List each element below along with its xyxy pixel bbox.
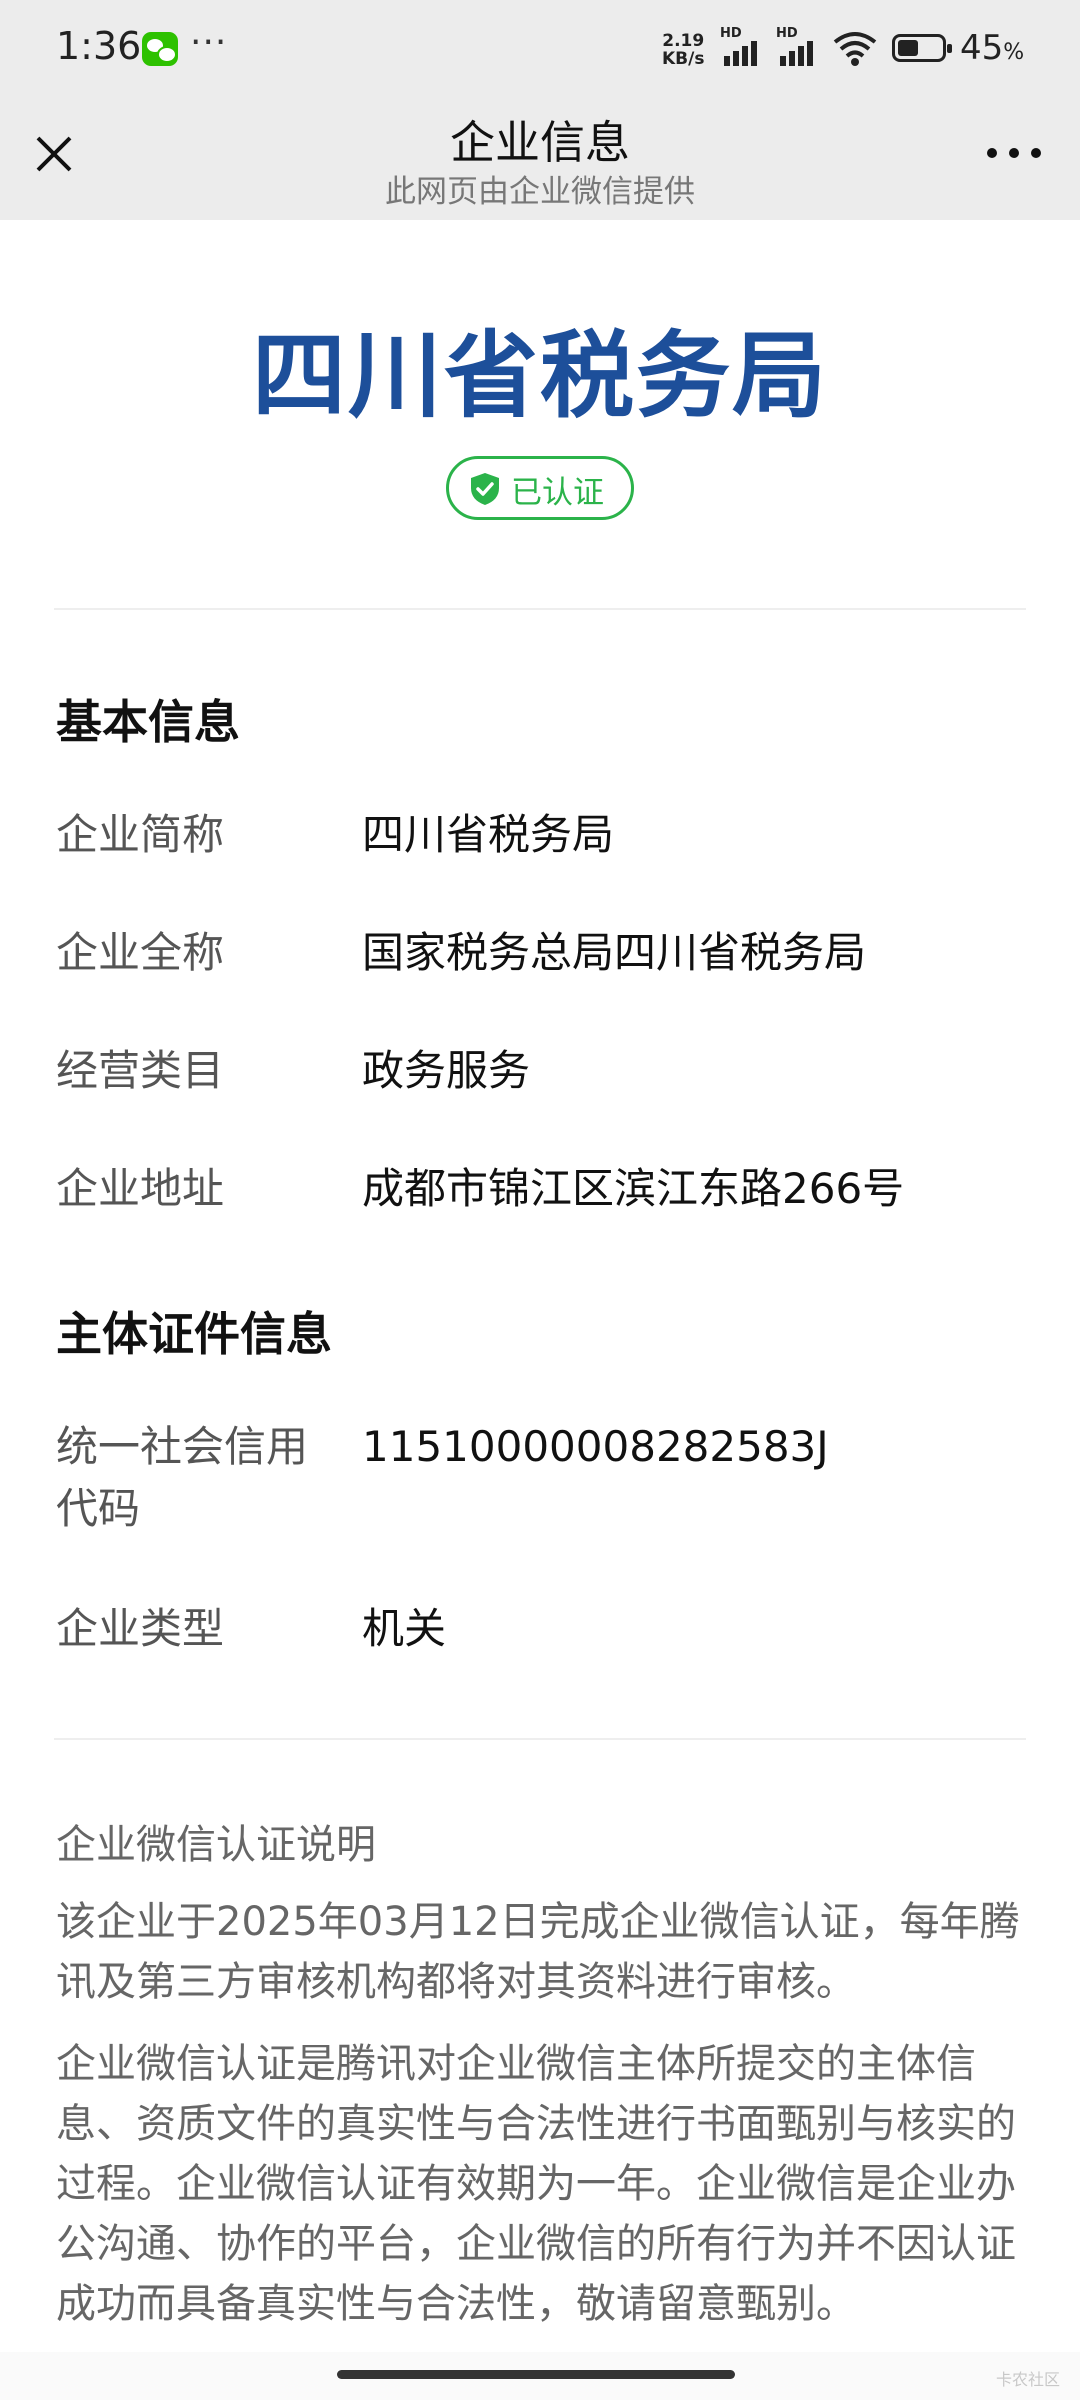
- verified-badge: 已认证: [446, 456, 634, 520]
- battery-percent: 45%: [960, 28, 1025, 68]
- home-indicator[interactable]: [337, 2370, 735, 2379]
- divider: [54, 1738, 1026, 1740]
- battery-icon: [892, 34, 952, 62]
- business-category-label: 经营类目: [56, 1046, 225, 1095]
- shield-check-icon: [471, 473, 499, 505]
- more-options-icon[interactable]: [984, 138, 1044, 168]
- full-name-value: 国家税务总局四川省税务局: [362, 928, 867, 977]
- full-name-label: 企业全称: [56, 928, 225, 977]
- signal-sim1-icon: HD: [720, 26, 764, 66]
- wechat-notification-icon: [142, 32, 178, 66]
- wifi-icon: [833, 32, 877, 66]
- status-time: 1:36: [56, 24, 142, 68]
- short-name-value: 四川省税务局: [362, 810, 615, 859]
- page-subtitle: 此网页由企业微信提供: [385, 174, 695, 210]
- credit-code-label: 统一社会信用代码: [56, 1422, 309, 1533]
- page-title: 企业信息: [449, 116, 630, 169]
- certification-note-paragraph-1: 该企业于2025年03月12日完成企业微信认证，每年腾讯及第三方审核机构都将对其…: [56, 1899, 1020, 2005]
- enterprise-type-label: 企业类型: [56, 1604, 225, 1653]
- address-value: 成都市锦江区滨江东路266号: [362, 1164, 905, 1213]
- credit-code-value: 11510000008282583J: [362, 1422, 829, 1471]
- organization-name: 四川省税务局: [251, 322, 828, 431]
- business-category-value: 政务服务: [362, 1046, 531, 1095]
- status-bar: 1:36 ··· 2.19 KB/s HD HD 45%: [0, 0, 1080, 96]
- divider: [54, 608, 1026, 610]
- section-basic-info-title: 基本信息: [56, 695, 240, 749]
- address-label: 企业地址: [56, 1164, 225, 1213]
- more-notifications-icon: ···: [190, 22, 228, 63]
- verified-label: 已认证: [511, 475, 604, 511]
- signal-sim2-icon: HD: [776, 26, 820, 66]
- section-certificate-info-title: 主体证件信息: [56, 1307, 332, 1361]
- certification-note-title: 企业微信认证说明: [56, 1822, 376, 1868]
- enterprise-type-value: 机关: [362, 1604, 447, 1653]
- network-speed: 2.19 KB/s: [662, 31, 705, 69]
- watermark: 卡农社区: [995, 2370, 1060, 2389]
- short-name-label: 企业简称: [56, 810, 225, 859]
- nav-bar: 企业信息 此网页由企业微信提供: [0, 96, 1080, 220]
- certification-note-paragraph-2: 企业微信认证是腾讯对企业微信主体所提交的主体信息、资质文件的真实性与合法性进行书…: [56, 2041, 1016, 2327]
